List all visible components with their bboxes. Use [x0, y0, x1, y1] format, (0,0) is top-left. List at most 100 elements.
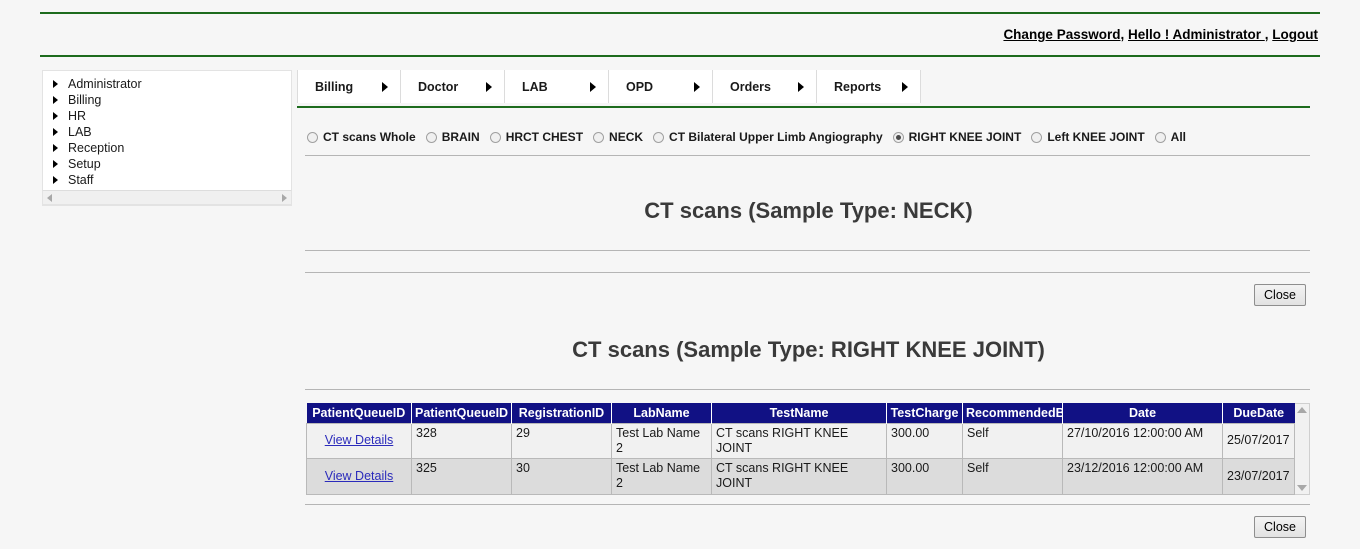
logout-link[interactable]: Logout	[1272, 27, 1318, 42]
table-cell-duedate: 25/07/2017	[1222, 422, 1295, 460]
view-details-link[interactable]: View Details	[325, 469, 394, 483]
table-cell-testname: CT scans RIGHT KNEE JOINT	[711, 422, 887, 460]
table-cell-registrationid: 29	[511, 422, 612, 460]
table-cell-labname: Test Lab Name 2	[611, 422, 712, 460]
table-row: View Details 325 30 Test Lab Name 2 CT s…	[306, 458, 1295, 495]
radio-option-label: All	[1170, 130, 1186, 144]
sidebar-item-setup[interactable]: Setup	[43, 156, 291, 172]
radio-button-icon[interactable]	[593, 131, 605, 143]
scroll-right-arrow-icon[interactable]	[282, 193, 287, 202]
close-button-neck[interactable]: Close	[1254, 284, 1306, 306]
table-vertical-scrollbar[interactable]	[1295, 403, 1310, 495]
table-cell-patientqueueid: 328	[411, 422, 512, 460]
sidebar-item-lab[interactable]: LAB	[43, 124, 291, 140]
radio-option-hrct-chest[interactable]: HRCT CHEST	[489, 130, 583, 144]
table-row: View Details 328 29 Test Lab Name 2 CT s…	[306, 422, 1295, 460]
radio-option-ct-scans-whole[interactable]: CT scans Whole	[307, 130, 416, 144]
column-header-recommendedby[interactable]: RecommendedBy	[962, 403, 1063, 423]
column-header-patientqueueid[interactable]: PatientQueueID	[411, 403, 512, 423]
sidebar-item-billing[interactable]: Billing	[43, 92, 291, 108]
sidebar-item-reception[interactable]: Reception	[43, 140, 291, 156]
menu-item-lab[interactable]: LAB	[505, 70, 609, 103]
table-cell-registrationid: 30	[511, 458, 612, 495]
radio-option-ct-bilateral-upper-limb-angiography[interactable]: CT Bilateral Upper Limb Angiography	[653, 130, 883, 144]
neck-section-divider-top	[305, 250, 1310, 251]
menu-item-doctor[interactable]: Doctor	[401, 70, 505, 103]
table-cell-testcharge: 300.00	[886, 422, 963, 460]
menu-item-label: Billing	[315, 79, 354, 94]
sidebar-navigation-panel[interactable]: Administrator Billing HR LAB Reception S…	[42, 70, 292, 206]
menu-item-opd[interactable]: OPD	[609, 70, 713, 103]
scroll-down-arrow-icon[interactable]	[1297, 485, 1307, 491]
radio-option-left-knee-joint[interactable]: Left KNEE JOINT	[1031, 130, 1145, 144]
chevron-right-icon	[902, 81, 908, 92]
radio-option-neck[interactable]: NECK	[593, 130, 643, 144]
chevron-right-icon	[53, 176, 58, 184]
radio-button-icon[interactable]	[1154, 131, 1166, 143]
section-title-right-knee-joint: CT scans (Sample Type: RIGHT KNEE JOINT)	[572, 337, 1045, 362]
sidebar-item-label: Administrator	[68, 77, 142, 91]
right-knee-section-divider-bottom	[305, 504, 1310, 505]
right-knee-section-divider-top	[305, 389, 1310, 390]
sample-type-radio-group: CT scans Whole BRAIN HRCT CHEST NECK CT …	[307, 126, 1310, 148]
column-header-date[interactable]: Date	[1062, 403, 1223, 423]
sidebar-item-label: Setup	[68, 157, 101, 171]
close-button-right-knee[interactable]: Close	[1254, 516, 1306, 538]
menu-item-label: Orders	[730, 79, 771, 94]
radio-option-label: Left KNEE JOINT	[1047, 130, 1145, 144]
main-menu-bar: Billing Doctor LAB OPD Orders Reports	[297, 70, 1310, 103]
hello-administrator-link[interactable]: Hello ! Administrator	[1128, 27, 1265, 42]
table-header-row: PatientQueueID PatientQueueID Registrati…	[306, 403, 1295, 423]
sidebar-item-hr[interactable]: HR	[43, 108, 291, 124]
change-password-link[interactable]: Change Password	[1003, 27, 1120, 42]
menubar-divider	[297, 106, 1310, 108]
radio-option-all[interactable]: All	[1154, 130, 1186, 144]
menu-item-orders[interactable]: Orders	[713, 70, 817, 103]
view-details-link[interactable]: View Details	[325, 433, 394, 447]
radio-option-label: CT scans Whole	[323, 130, 416, 144]
sidebar-item-label: LAB	[68, 125, 92, 139]
link-separator-1: ,	[1120, 27, 1128, 42]
chevron-right-icon	[53, 96, 58, 104]
radio-option-label: CT Bilateral Upper Limb Angiography	[669, 130, 883, 144]
column-header-labname[interactable]: LabName	[611, 403, 712, 423]
chevron-right-icon	[53, 112, 58, 120]
sidebar-item-staff[interactable]: Staff	[43, 172, 291, 188]
radio-option-label: RIGHT KNEE JOINT	[908, 130, 1022, 144]
table-cell-testcharge: 300.00	[886, 458, 963, 495]
section-title-neck: CT scans (Sample Type: NECK)	[644, 198, 973, 223]
column-header-testname[interactable]: TestName	[711, 403, 887, 423]
column-header-testcharge[interactable]: TestCharge	[886, 403, 963, 423]
menu-item-label: OPD	[626, 79, 654, 94]
radio-button-icon[interactable]	[489, 131, 501, 143]
table-cell-date: 23/12/2016 12:00:00 AM	[1062, 458, 1223, 495]
sidebar-item-administrator[interactable]: Administrator	[43, 76, 291, 92]
header-bottom-divider	[40, 55, 1320, 57]
chevron-right-icon	[590, 81, 596, 92]
radio-button-icon[interactable]	[892, 131, 904, 143]
column-header-registrationid[interactable]: RegistrationID	[511, 403, 612, 423]
table-cell-recommendedby: Self	[962, 422, 1063, 460]
neck-section-divider-bottom	[305, 272, 1310, 273]
radio-option-right-knee-joint[interactable]: RIGHT KNEE JOINT	[892, 130, 1022, 144]
radio-option-brain[interactable]: BRAIN	[425, 130, 480, 144]
menu-item-label: LAB	[522, 79, 548, 94]
table-cell-action: View Details	[306, 458, 412, 495]
radio-button-icon[interactable]	[1031, 131, 1043, 143]
scroll-up-arrow-icon[interactable]	[1297, 407, 1307, 413]
chevron-right-icon	[53, 80, 58, 88]
column-header-duedate[interactable]: DueDate	[1222, 403, 1295, 423]
scroll-left-arrow-icon[interactable]	[47, 193, 52, 202]
sidebar-item-label: Billing	[68, 93, 102, 107]
header-top-divider	[40, 12, 1320, 14]
sidebar-horizontal-scrollbar[interactable]	[42, 190, 292, 205]
menu-item-billing[interactable]: Billing	[297, 70, 401, 103]
table-cell-patientqueueid: 325	[411, 458, 512, 495]
column-header-patientqueueid-action[interactable]: PatientQueueID	[306, 403, 412, 423]
radio-button-icon[interactable]	[653, 131, 665, 143]
table-cell-testname: CT scans RIGHT KNEE JOINT	[711, 458, 887, 495]
radio-button-icon[interactable]	[425, 131, 437, 143]
radio-button-icon[interactable]	[307, 131, 318, 143]
table-cell-action: View Details	[306, 422, 412, 460]
menu-item-reports[interactable]: Reports	[817, 70, 921, 103]
